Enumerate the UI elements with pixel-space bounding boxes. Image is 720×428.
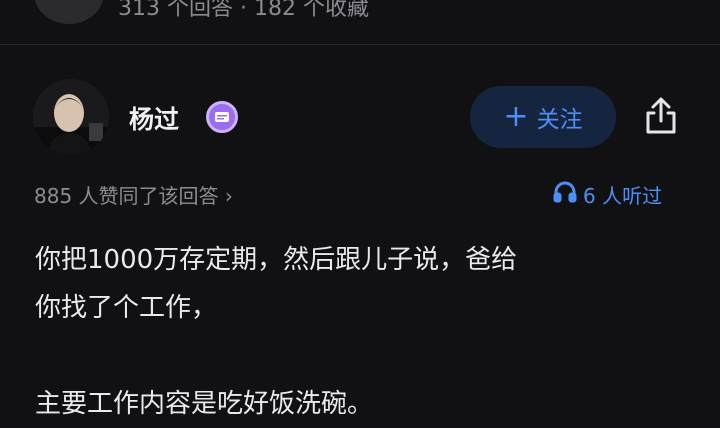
listen-count[interactable]: 6 人听过 [553, 180, 662, 209]
upvote-count[interactable]: 885 人赞同了该回答 › [34, 180, 233, 209]
answer-body: 你把1000万存定期，然后跟儿子说，爸给 你找了个工作， 主要工作内容是吃好饭洗… [35, 236, 695, 428]
follow-label: 关注 [536, 107, 583, 133]
plus-icon: + [503, 99, 529, 134]
share-icon[interactable] [641, 96, 681, 136]
avatar[interactable] [33, 79, 109, 155]
question-stats: 313 个回答 · 182 个收藏 [118, 0, 369, 21]
verified-badge-icon [206, 101, 238, 133]
question-thumbnail [34, 0, 104, 24]
question-summary-bar[interactable]: 313 个回答 · 182 个收藏 [0, 0, 720, 45]
answer-line: 你把1000万存定期，然后跟儿子说，爸给 [35, 245, 518, 275]
answer-line: 主要工作内容是吃好饭洗碗。 [35, 389, 374, 419]
listen-text: 6 人听过 [583, 184, 663, 208]
headphones-icon [553, 181, 577, 208]
author-name[interactable]: 杨过 [129, 100, 179, 136]
follow-button[interactable]: + 关注 [470, 86, 616, 148]
answer-line: 你找了个工作， [35, 293, 218, 323]
